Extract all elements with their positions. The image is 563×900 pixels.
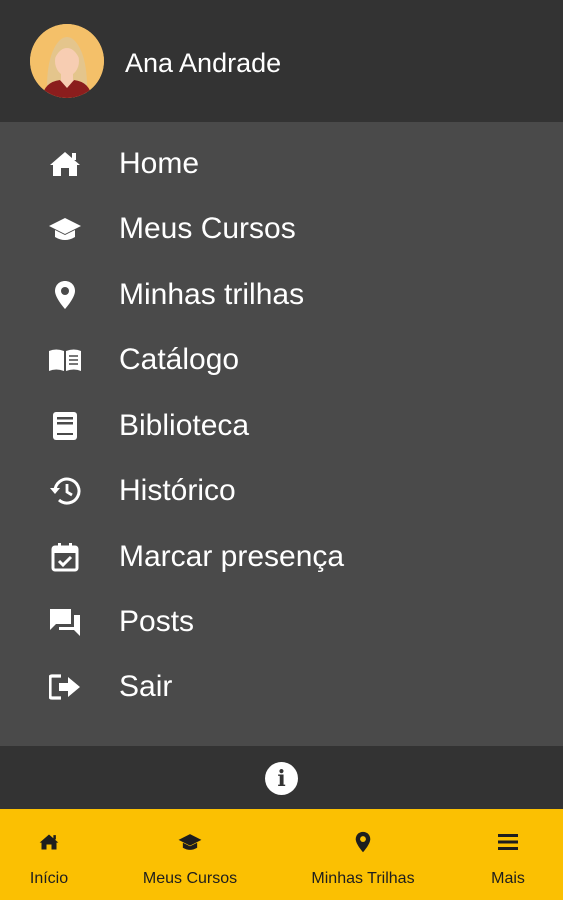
nav-item-label: Início (29, 870, 69, 887)
menu-item-minhas-trilhas[interactable]: Minhas trilhas (0, 265, 563, 325)
bottom-navigation: Início Meus Cursos Minhas Trilhas Mais (0, 809, 563, 900)
map-pin-icon (48, 278, 82, 312)
menu-item-marcar-presenca[interactable]: Marcar presença (0, 527, 563, 587)
graduation-cap-icon (177, 829, 203, 855)
user-avatar-icon (30, 24, 104, 98)
menu-item-label: Sair (119, 670, 173, 703)
menu-item-catalogo[interactable]: Catálogo (0, 330, 563, 390)
open-book-icon (48, 343, 82, 377)
menu-item-label: Marcar presença (119, 540, 345, 573)
graduation-cap-icon (48, 212, 82, 246)
info-icon[interactable]: i (265, 762, 298, 795)
nav-item-label: Meus Cursos (142, 870, 238, 887)
menu-item-historico[interactable]: Histórico (0, 461, 563, 521)
menu-item-posts[interactable]: Posts (0, 592, 563, 652)
nav-item-minhas-trilhas[interactable]: Minhas Trilhas (298, 809, 428, 900)
menu-item-label: Catálogo (119, 343, 240, 376)
sign-out-icon (48, 670, 82, 704)
avatar[interactable] (30, 24, 104, 98)
menu-item-biblioteca[interactable]: Biblioteca (0, 396, 563, 456)
calendar-check-icon (48, 540, 82, 574)
user-name: Ana Andrade (125, 48, 282, 78)
history-icon (48, 474, 82, 508)
nav-item-inicio[interactable]: Início (0, 809, 98, 900)
menu-item-label: Biblioteca (119, 409, 250, 442)
menu-item-label: Minhas trilhas (119, 278, 305, 311)
nav-item-label: Mais (491, 870, 525, 887)
home-icon (48, 147, 82, 181)
menu-item-label: Meus Cursos (119, 212, 296, 245)
map-pin-icon (350, 829, 376, 855)
nav-item-label: Minhas Trilhas (311, 870, 415, 887)
drawer-header: Ana Andrade (0, 0, 563, 122)
menu-icon (495, 829, 521, 855)
book-icon (48, 409, 82, 443)
drawer-menu: Home Meus Cursos Minhas trilhas Catálogo… (0, 122, 563, 746)
menu-item-label: Home (119, 147, 200, 180)
menu-item-home[interactable]: Home (0, 134, 563, 194)
home-icon (36, 829, 62, 855)
menu-item-meus-cursos[interactable]: Meus Cursos (0, 199, 563, 259)
nav-item-meus-cursos[interactable]: Meus Cursos (130, 809, 250, 900)
menu-item-sair[interactable]: Sair (0, 657, 563, 717)
forum-icon (48, 605, 82, 639)
nav-item-mais[interactable]: Mais (478, 809, 538, 900)
menu-item-label: Histórico (119, 474, 236, 507)
menu-item-label: Posts (119, 605, 195, 638)
